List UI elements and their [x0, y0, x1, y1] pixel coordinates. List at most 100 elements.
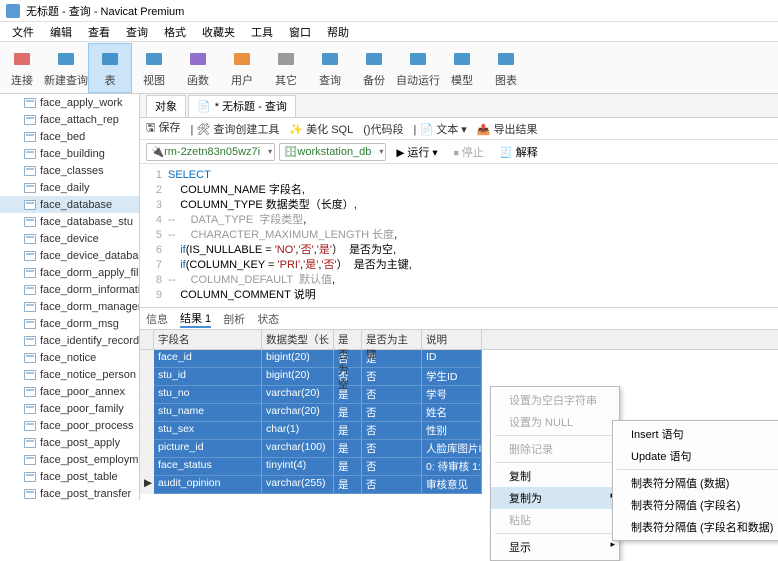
- text-button[interactable]: | 📄 文本 ▾: [414, 121, 467, 137]
- builder-button[interactable]: | 🛠 查询创建工具: [190, 121, 279, 137]
- tool-其它[interactable]: 其它: [264, 43, 308, 93]
- col-header[interactable]: 数据类型（长: [262, 330, 334, 349]
- menu-帮助[interactable]: 帮助: [319, 22, 357, 42]
- run-button[interactable]: ▶ 运行 ▾: [390, 143, 443, 161]
- object-sidebar[interactable]: face_apply_workface_attach_repface_bedfa…: [0, 94, 140, 500]
- save-button[interactable]: 🖫 保存: [146, 119, 180, 138]
- database-combo[interactable]: 🗄 workstation_db: [279, 143, 386, 161]
- sub-update[interactable]: Update 语句: [613, 445, 778, 467]
- col-header[interactable]: 字段名: [154, 330, 262, 349]
- table-row[interactable]: face_device: [0, 230, 139, 247]
- table-row[interactable]: face_database: [0, 196, 139, 213]
- table-row[interactable]: face_post_employment: [0, 451, 139, 468]
- table-row[interactable]: face_device_database: [0, 247, 139, 264]
- table-row[interactable]: face_daily: [0, 179, 139, 196]
- table-row[interactable]: face_post_apply: [0, 434, 139, 451]
- table-row[interactable]: face_post_table: [0, 468, 139, 485]
- table-row[interactable]: face_poor_process: [0, 417, 139, 434]
- table-icon: [24, 472, 36, 482]
- result-tabs: 信息 结果 1 剖析 状态: [140, 308, 778, 330]
- sub-tab-both[interactable]: 制表符分隔值 (字段名和数据): [613, 516, 778, 538]
- context-submenu[interactable]: Insert 语句 Update 语句 制表符分隔值 (数据) 制表符分隔值 (…: [612, 420, 778, 541]
- table-icon: [24, 268, 36, 278]
- table-row[interactable]: face_classes: [0, 162, 139, 179]
- ctx-show[interactable]: 显示: [491, 536, 619, 558]
- tab-status[interactable]: 状态: [257, 311, 279, 327]
- table-row[interactable]: face_dorm_msg: [0, 315, 139, 332]
- tool-连接[interactable]: 连接: [0, 43, 44, 93]
- tool-模型[interactable]: 模型: [440, 43, 484, 93]
- menu-查看[interactable]: 查看: [80, 22, 118, 42]
- menu-文件[interactable]: 文件: [4, 22, 42, 42]
- menu-查询[interactable]: 查询: [118, 22, 156, 42]
- tool-表[interactable]: 表: [88, 43, 132, 93]
- table-row[interactable]: face_post_transfer: [0, 485, 139, 500]
- table-row[interactable]: face_database_stu: [0, 213, 139, 230]
- ctx-copy[interactable]: 复制: [491, 465, 619, 487]
- window-title: 无标题 - 查询 - Navicat Premium: [26, 3, 184, 19]
- ctx-delete-record[interactable]: 删除记录: [491, 438, 619, 460]
- sql-editor[interactable]: 1SELECT2 COLUMN_NAME 字段名,3 COLUMN_TYPE 数…: [140, 164, 778, 308]
- table-row[interactable]: face_bed: [0, 128, 139, 145]
- result-row[interactable]: face_idbigint(20)否是ID: [140, 350, 778, 368]
- tool-自动运行[interactable]: 自动运行: [396, 43, 440, 93]
- table-row[interactable]: face_apply_work: [0, 94, 139, 111]
- table-icon: [24, 489, 36, 499]
- stop-button[interactable]: ⏹ 停止: [448, 143, 490, 161]
- sub-tab-names[interactable]: 制表符分隔值 (字段名): [613, 494, 778, 516]
- tool-用户[interactable]: 用户: [220, 43, 264, 93]
- ctx-paste[interactable]: 粘贴: [491, 509, 619, 531]
- editor-tabs: 对象 📄* 无标题 - 查询: [140, 94, 778, 118]
- ctx-set-null[interactable]: 设置为 NULL: [491, 411, 619, 433]
- tab-result1[interactable]: 结果 1: [180, 310, 211, 328]
- table-row[interactable]: face_identify_record: [0, 332, 139, 349]
- table-icon: [24, 149, 36, 159]
- server-combo[interactable]: 🔌 rm-2zetn83n05wz7i: [146, 143, 275, 161]
- col-header[interactable]: 是否为主键: [362, 330, 422, 349]
- tool-函数[interactable]: 函数: [176, 43, 220, 93]
- table-icon: [24, 438, 36, 448]
- tab-info[interactable]: 信息: [146, 311, 168, 327]
- tab-profile[interactable]: 剖析: [223, 311, 245, 327]
- ctx-copy-as[interactable]: 复制为: [491, 487, 619, 509]
- result-row[interactable]: stu_novarchar(20)是否学号: [140, 386, 778, 404]
- table-icon: [24, 183, 36, 193]
- table-row[interactable]: face_notice_person: [0, 366, 139, 383]
- sub-insert[interactable]: Insert 语句: [613, 423, 778, 445]
- table-icon: [24, 200, 36, 210]
- context-menu[interactable]: 设置为空白字符串 设置为 NULL 删除记录 复制 复制为 粘贴 显示: [490, 386, 620, 561]
- result-row[interactable]: stu_idbigint(20)否否学生ID: [140, 368, 778, 386]
- table-row[interactable]: face_dorm_apply_file: [0, 264, 139, 281]
- ctx-set-blank[interactable]: 设置为空白字符串: [491, 389, 619, 411]
- beautify-button[interactable]: ✨ 美化 SQL: [289, 121, 353, 137]
- menu-格式[interactable]: 格式: [156, 22, 194, 42]
- tab-objects[interactable]: 对象: [146, 95, 186, 117]
- menu-窗口[interactable]: 窗口: [281, 22, 319, 42]
- table-row[interactable]: face_building: [0, 145, 139, 162]
- tool-视图[interactable]: 视图: [132, 43, 176, 93]
- tool-查询[interactable]: 查询: [308, 43, 352, 93]
- col-header[interactable]: 说明: [422, 330, 482, 349]
- table-row[interactable]: face_dorm_information: [0, 281, 139, 298]
- tab-query[interactable]: 📄* 无标题 - 查询: [188, 95, 296, 117]
- explain-button[interactable]: 🧾 解释: [494, 143, 544, 161]
- col-header[interactable]: 是否为空: [334, 330, 362, 349]
- table-row[interactable]: face_poor_annex: [0, 383, 139, 400]
- tool-图表[interactable]: 图表: [484, 43, 528, 93]
- table-icon: [24, 421, 36, 431]
- export-button[interactable]: 📤 导出结果: [477, 121, 538, 137]
- table-icon: [24, 98, 36, 108]
- menu-收藏夹[interactable]: 收藏夹: [194, 22, 243, 42]
- table-row[interactable]: face_dorm_manager: [0, 298, 139, 315]
- tool-新建查询[interactable]: 新建查询: [44, 43, 88, 93]
- table-row[interactable]: face_attach_rep: [0, 111, 139, 128]
- snippet-button[interactable]: ()代码段: [363, 121, 403, 137]
- table-icon: [24, 166, 36, 176]
- table-row[interactable]: face_poor_family: [0, 400, 139, 417]
- menu-工具[interactable]: 工具: [243, 22, 281, 42]
- table-row[interactable]: face_notice: [0, 349, 139, 366]
- query-actions: 🖫 保存 | 🛠 查询创建工具 ✨ 美化 SQL ()代码段 | 📄 文本 ▾ …: [140, 118, 778, 140]
- tool-备份[interactable]: 备份: [352, 43, 396, 93]
- sub-tab-data[interactable]: 制表符分隔值 (数据): [613, 472, 778, 494]
- menu-编辑[interactable]: 编辑: [42, 22, 80, 42]
